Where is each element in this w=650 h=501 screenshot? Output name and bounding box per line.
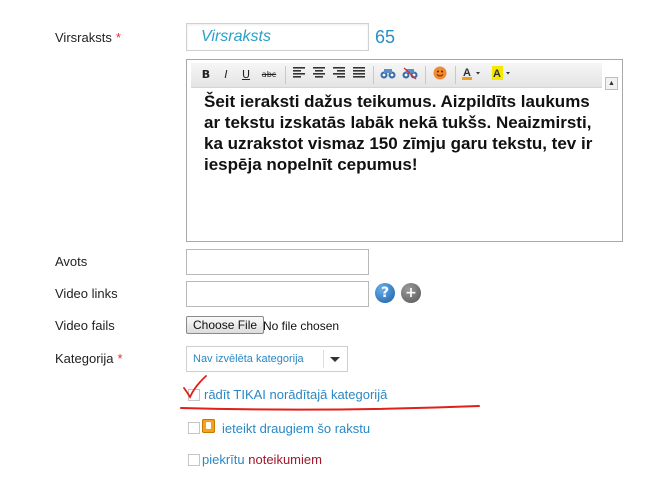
agree-text: piekrītu noteikumiem xyxy=(202,452,322,467)
draugiem-icon-inner xyxy=(206,422,211,429)
recommend-checkbox[interactable] xyxy=(188,422,200,434)
title-label: Virsraksts * xyxy=(55,30,121,45)
required-mark: * xyxy=(117,351,123,366)
editor-content[interactable]: Šeit ieraksti dažus teikumus. Aizpildīts… xyxy=(204,91,594,175)
category-label: Kategorija * xyxy=(55,351,123,366)
unlink-icon[interactable] xyxy=(401,66,419,84)
smiley-icon[interactable] xyxy=(431,66,449,84)
draugiem-icon xyxy=(202,419,215,433)
svg-text:A: A xyxy=(493,68,501,80)
video-file-label: Video fails xyxy=(55,318,115,333)
category-selected-value: Nav izvēlēta kategorija xyxy=(193,353,304,365)
plus-icon[interactable]: + xyxy=(401,283,421,303)
align-left-icon[interactable] xyxy=(291,66,307,84)
chevron-down-icon xyxy=(330,357,340,362)
scroll-up-icon[interactable]: ▲ xyxy=(605,77,618,90)
video-link-label: Video links xyxy=(55,286,118,301)
category-label-text: Kategorija xyxy=(55,351,114,366)
background-color-icon[interactable]: A xyxy=(491,66,517,84)
toolbar-separator xyxy=(425,66,426,84)
editor-toolbar: B I U abc A A xyxy=(191,63,602,88)
category-select[interactable]: Nav izvēlēta kategorija xyxy=(186,346,348,372)
italic-button[interactable]: I xyxy=(219,66,233,84)
required-mark: * xyxy=(115,30,121,45)
insert-link-icon[interactable] xyxy=(379,66,397,84)
source-label: Avots xyxy=(55,254,88,269)
bold-button[interactable]: B xyxy=(199,66,213,84)
align-justify-icon[interactable] xyxy=(351,66,367,84)
question-icon[interactable]: ? xyxy=(375,283,395,303)
title-label-text: Virsraksts xyxy=(55,30,112,45)
title-char-counter: 65 xyxy=(375,27,396,47)
title-input[interactable]: Virsraksts xyxy=(186,23,369,51)
red-underline-annotation xyxy=(180,405,480,411)
rich-text-editor[interactable]: B I U abc A A ▲ Šeit ieraksti dažus teik… xyxy=(186,59,623,242)
align-right-icon[interactable] xyxy=(331,66,347,84)
align-center-icon[interactable] xyxy=(311,66,327,84)
recommend-text[interactable]: ieteikt draugiem šo rakstu xyxy=(222,421,370,436)
only-category-text[interactable]: rādīt TIKAI norādītajā kategorijā xyxy=(204,387,387,402)
strikethrough-button[interactable]: abc xyxy=(259,66,279,84)
agree-prefix: piekrītu xyxy=(202,452,249,467)
toolbar-separator xyxy=(373,66,374,84)
agree-checkbox[interactable] xyxy=(188,454,200,466)
toolbar-separator xyxy=(455,66,456,84)
toolbar-separator xyxy=(285,66,286,84)
terms-link[interactable]: noteikumiem xyxy=(248,452,322,467)
select-divider xyxy=(323,350,324,368)
no-file-chosen-text: No file chosen xyxy=(263,319,340,333)
choose-file-button[interactable]: Choose File xyxy=(186,316,265,334)
video-link-input[interactable] xyxy=(186,281,369,307)
source-input[interactable] xyxy=(186,249,369,275)
text-color-icon[interactable]: A xyxy=(461,66,487,84)
underline-button[interactable]: U xyxy=(239,66,253,84)
